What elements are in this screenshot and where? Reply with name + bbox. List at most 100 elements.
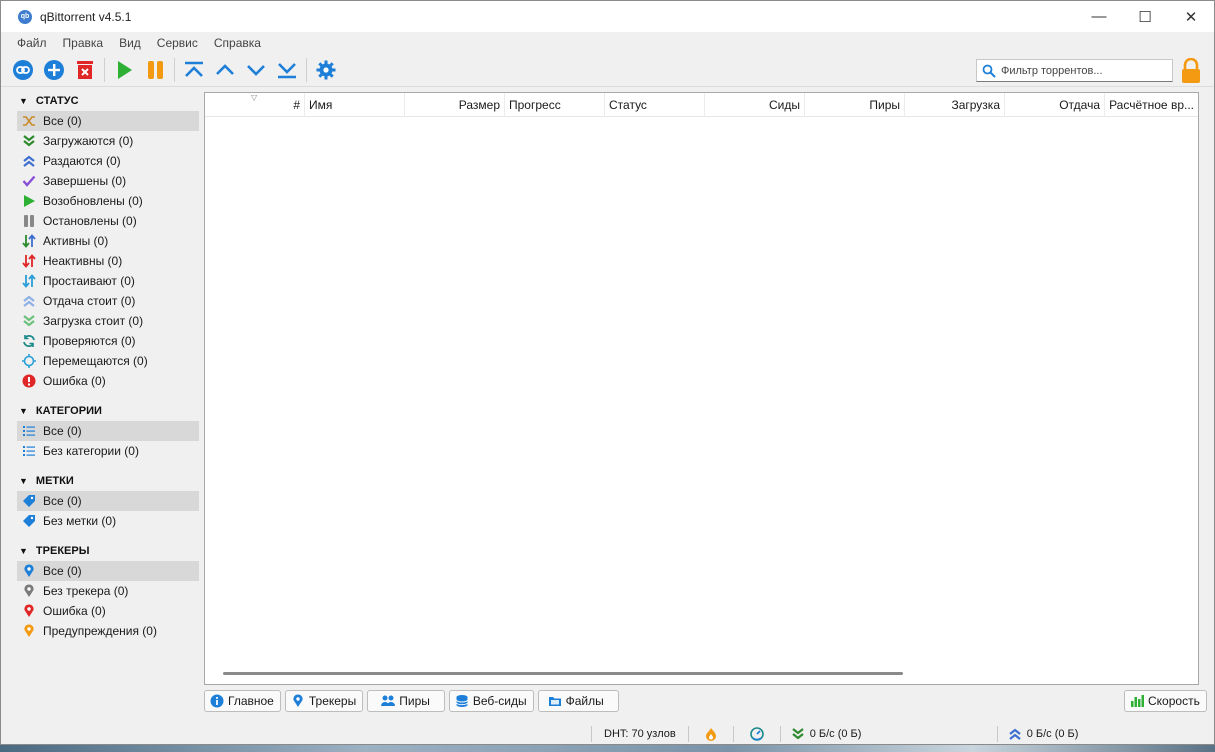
sidebar-item-label: Предупреждения (0)	[43, 624, 157, 638]
trackers-section-header[interactable]: ▼ ТРЕКЕРЫ	[9, 541, 201, 561]
column-header-eta[interactable]: Расчётное вр...	[1105, 93, 1198, 117]
column-header-peers[interactable]: Пиры	[805, 93, 905, 117]
sidebar-item-untagged[interactable]: Без метки (0)	[9, 511, 201, 531]
status-section-header[interactable]: ▼ СТАТУС	[9, 91, 201, 111]
tab-label: Веб-сиды	[472, 694, 527, 708]
torrent-table[interactable]: ▽ # Имя Размер Прогресс Статус Сиды Пиры…	[204, 92, 1199, 685]
link-icon	[13, 59, 33, 80]
sidebar-item-errored[interactable]: Ошибка (0)	[9, 371, 201, 391]
sidebar-item-inactive[interactable]: Неактивны (0)	[9, 251, 201, 271]
section-title: ТРЕКЕРЫ	[35, 545, 90, 557]
sidebar-item-label: Ошибка (0)	[43, 374, 106, 388]
connection-status-button[interactable]	[689, 723, 733, 745]
sidebar-item-category-all[interactable]: Все (0)	[17, 421, 199, 441]
list-icon	[21, 423, 37, 439]
column-header-status[interactable]: Статус	[605, 93, 705, 117]
column-header-size[interactable]: Размер	[405, 93, 505, 117]
tab-web-seeds[interactable]: Веб-сиды	[448, 690, 534, 712]
tab-general[interactable]: Главное	[204, 690, 281, 712]
alt-speed-toggle[interactable]	[734, 723, 780, 745]
move-top-button[interactable]	[180, 56, 208, 84]
list-icon	[21, 443, 37, 459]
toolbar	[1, 53, 1214, 87]
tags-section-header[interactable]: ▼ МЕТКИ	[9, 471, 201, 491]
sidebar-item-active[interactable]: Активны (0)	[9, 231, 201, 251]
bar-chart-icon	[1129, 693, 1145, 709]
menu-help[interactable]: Справка	[206, 36, 269, 50]
desktop-background	[0, 745, 1215, 752]
speed-tab-button[interactable]: Скорость	[1124, 690, 1207, 712]
move-down-button[interactable]	[242, 56, 270, 84]
sidebar-item-uncategorized[interactable]: Без категории (0)	[9, 441, 201, 461]
download-stalled-icon	[21, 313, 37, 329]
sidebar-item-downloading[interactable]: Загружаются (0)	[9, 131, 201, 151]
column-header-name[interactable]: Имя	[305, 93, 405, 117]
double-down-icon	[21, 133, 37, 149]
title-bar[interactable]: qb qBittorrent v4.5.1 — ☐ ✕	[1, 1, 1214, 32]
maximize-button[interactable]: ☐	[1122, 1, 1168, 32]
sidebar-item-moving[interactable]: Перемещаются (0)	[9, 351, 201, 371]
sidebar-item-trackerless[interactable]: Без трекера (0)	[9, 581, 201, 601]
lock-icon[interactable]	[1180, 58, 1202, 84]
menu-tools[interactable]: Сервис	[149, 36, 206, 50]
move-up-button[interactable]	[211, 56, 239, 84]
sidebar-item-checking[interactable]: Проверяются (0)	[9, 331, 201, 351]
upload-speed-status[interactable]: 0 Б/с (0 Б)	[998, 723, 1089, 745]
tab-label: Трекеры	[308, 694, 357, 708]
sidebar-item-label: Простаивают (0)	[43, 274, 135, 288]
sidebar-item-tag-all[interactable]: Все (0)	[17, 491, 199, 511]
column-header-progress[interactable]: Прогресс	[505, 93, 605, 117]
double-up-icon	[21, 153, 37, 169]
sidebar-item-label: Без метки (0)	[43, 514, 117, 528]
arrow-top-icon	[185, 61, 203, 77]
categories-section-header[interactable]: ▼ КАТЕГОРИИ	[9, 401, 201, 421]
tab-files[interactable]: Файлы	[537, 690, 619, 712]
remove-torrent-button[interactable]	[71, 56, 99, 84]
tag-icon	[21, 493, 37, 509]
menu-file[interactable]: Файл	[9, 36, 55, 50]
search-input[interactable]	[1001, 64, 1166, 77]
minimize-button[interactable]: —	[1076, 1, 1122, 32]
resume-button[interactable]	[110, 56, 138, 84]
trash-icon	[77, 60, 93, 79]
dht-status: DHT: 70 узлов	[604, 728, 676, 740]
properties-tabs: Главное Трекеры Пиры Веб-сиды Файлы	[204, 690, 623, 712]
horizontal-scrollbar[interactable]	[223, 672, 903, 675]
tab-trackers[interactable]: Трекеры	[284, 690, 364, 712]
toolbar-divider	[104, 57, 105, 82]
sidebar-item-stalled-downloading[interactable]: Загрузка стоит (0)	[9, 311, 201, 331]
add-link-button[interactable]	[9, 56, 37, 84]
sidebar-item-tracker-all[interactable]: Все (0)	[17, 561, 199, 581]
folder-icon	[547, 693, 563, 709]
toolbar-divider	[174, 57, 175, 82]
close-button[interactable]: ✕	[1168, 1, 1214, 32]
move-bottom-button[interactable]	[273, 56, 301, 84]
add-torrent-button[interactable]	[40, 56, 68, 84]
torrent-filter-field[interactable]	[976, 59, 1173, 82]
column-header-download-speed[interactable]: Загрузка	[905, 93, 1005, 117]
sidebar-item-stalled-uploading[interactable]: Отдача стоит (0)	[9, 291, 201, 311]
sidebar-item-tracker-error[interactable]: Ошибка (0)	[9, 601, 201, 621]
sidebar-item-paused[interactable]: Остановлены (0)	[9, 211, 201, 231]
section-title: МЕТКИ	[35, 475, 74, 487]
column-header-upload-speed[interactable]: Отдача	[1005, 93, 1105, 117]
sidebar-item-tracker-warning[interactable]: Предупреждения (0)	[9, 621, 201, 641]
pause-button[interactable]	[141, 56, 169, 84]
sidebar-item-completed[interactable]: Завершены (0)	[9, 171, 201, 191]
sidebar-item-resumed[interactable]: Возобновлены (0)	[9, 191, 201, 211]
download-speed-status[interactable]: 0 Б/с (0 Б)	[781, 723, 997, 745]
menu-view[interactable]: Вид	[111, 36, 149, 50]
settings-button[interactable]	[312, 56, 340, 84]
menu-edit[interactable]: Правка	[55, 36, 112, 50]
sidebar-item-status-all[interactable]: Все (0)	[17, 111, 199, 131]
sidebar-item-seeding[interactable]: Раздаются (0)	[9, 151, 201, 171]
column-header-seeds[interactable]: Сиды	[705, 93, 805, 117]
users-icon	[380, 693, 396, 709]
tab-peers[interactable]: Пиры	[367, 690, 445, 712]
double-up-icon	[1009, 728, 1021, 740]
pin-blue-icon	[290, 693, 306, 709]
updown-inactive-icon	[21, 253, 37, 269]
move-icon	[21, 353, 37, 369]
sidebar-item-stalled[interactable]: Простаивают (0)	[9, 271, 201, 291]
toolbar-divider	[306, 57, 307, 82]
